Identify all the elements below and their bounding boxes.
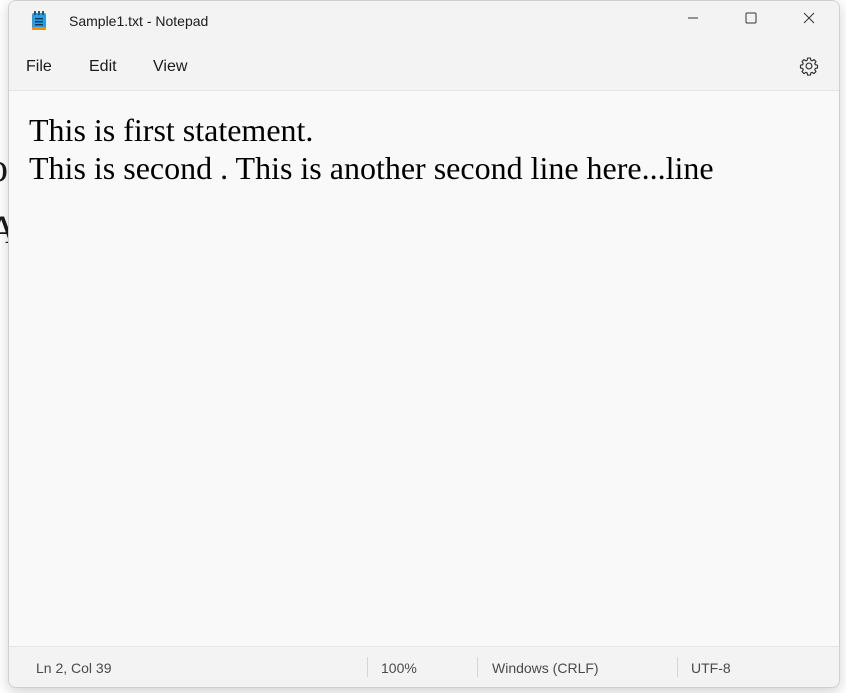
encoding[interactable]: UTF-8 xyxy=(691,660,731,676)
gear-icon[interactable] xyxy=(799,56,819,76)
menu-bar: File Edit View xyxy=(9,43,839,91)
window-title: Sample1.txt - Notepad xyxy=(69,13,209,29)
close-button[interactable] xyxy=(780,1,838,39)
editor-content[interactable]: This is first statement. This is second .… xyxy=(29,111,714,187)
status-divider xyxy=(677,657,678,677)
notepad-window: Sample1.txt - Notepad File Edit View Thi… xyxy=(8,0,840,688)
background-text-fragment: o xyxy=(0,148,8,188)
cursor-position: Ln 2, Col 39 xyxy=(36,660,112,676)
status-divider xyxy=(367,657,368,677)
text-editor[interactable]: This is first statement. This is second .… xyxy=(9,91,839,645)
editor-line: This is first statement. xyxy=(29,112,314,148)
zoom-level[interactable]: 100% xyxy=(381,660,417,676)
close-icon xyxy=(803,11,815,29)
status-bar: Ln 2, Col 39 100% Windows (CRLF) UTF-8 xyxy=(9,646,839,687)
editor-line: This is second . This is another second … xyxy=(29,150,714,186)
maximize-icon xyxy=(745,11,757,29)
notepad-icon xyxy=(31,10,47,32)
title-bar[interactable]: Sample1.txt - Notepad xyxy=(9,1,839,43)
minimize-icon xyxy=(687,11,699,29)
status-divider xyxy=(477,657,478,677)
menu-edit[interactable]: Edit xyxy=(89,58,117,76)
maximize-button[interactable] xyxy=(722,1,780,39)
menu-view[interactable]: View xyxy=(153,58,187,76)
minimize-button[interactable] xyxy=(664,1,722,39)
line-ending[interactable]: Windows (CRLF) xyxy=(492,660,599,676)
menu-file[interactable]: File xyxy=(26,58,52,76)
